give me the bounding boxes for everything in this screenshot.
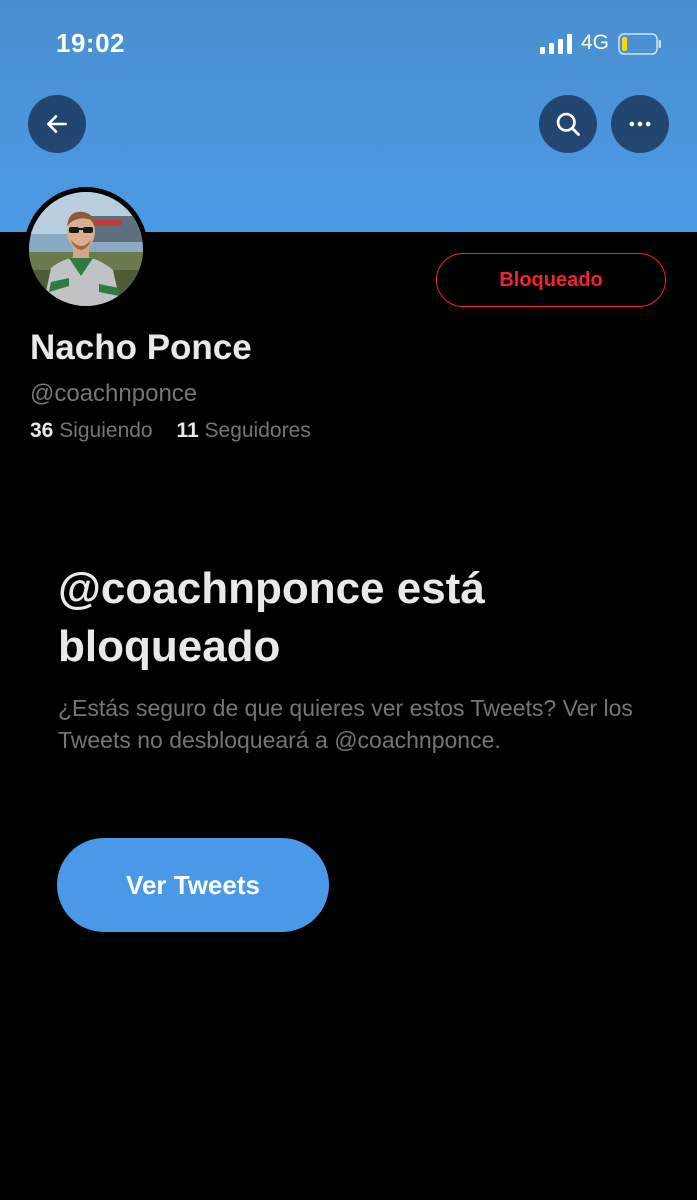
followers-count: 11: [176, 419, 199, 442]
following-stat[interactable]: 36 Siguiendo: [30, 419, 153, 442]
follow-stats: 36 Siguiendo 11 Seguidores: [30, 419, 311, 443]
signal-icon: [540, 34, 572, 54]
avatar-photo: [29, 192, 143, 306]
user-handle: @coachnponce: [30, 380, 198, 407]
back-button[interactable]: [28, 95, 86, 153]
more-icon: [629, 121, 651, 127]
followers-label: Seguidores: [204, 419, 311, 442]
status-bar: 19:02 4G: [0, 0, 697, 90]
more-options-button[interactable]: [611, 95, 669, 153]
battery-icon: [618, 33, 661, 55]
following-label: Siguiendo: [59, 419, 153, 442]
avatar[interactable]: [24, 187, 148, 311]
blocked-button[interactable]: Bloqueado: [436, 253, 666, 307]
followers-stat[interactable]: 11 Seguidores: [176, 419, 310, 442]
view-tweets-button[interactable]: Ver Tweets: [57, 838, 329, 932]
network-type: 4G: [581, 31, 610, 54]
blocked-title: @coachnponce está bloqueado: [58, 564, 485, 671]
following-count: 36: [30, 419, 54, 442]
search-icon: [556, 112, 580, 136]
display-name: Nacho Ponce: [30, 328, 252, 367]
back-arrow-icon: [47, 115, 67, 133]
search-button[interactable]: [539, 95, 597, 153]
status-time: 19:02: [56, 28, 125, 58]
blocked-description: ¿Estás seguro de que quieres ver estos T…: [58, 695, 633, 753]
